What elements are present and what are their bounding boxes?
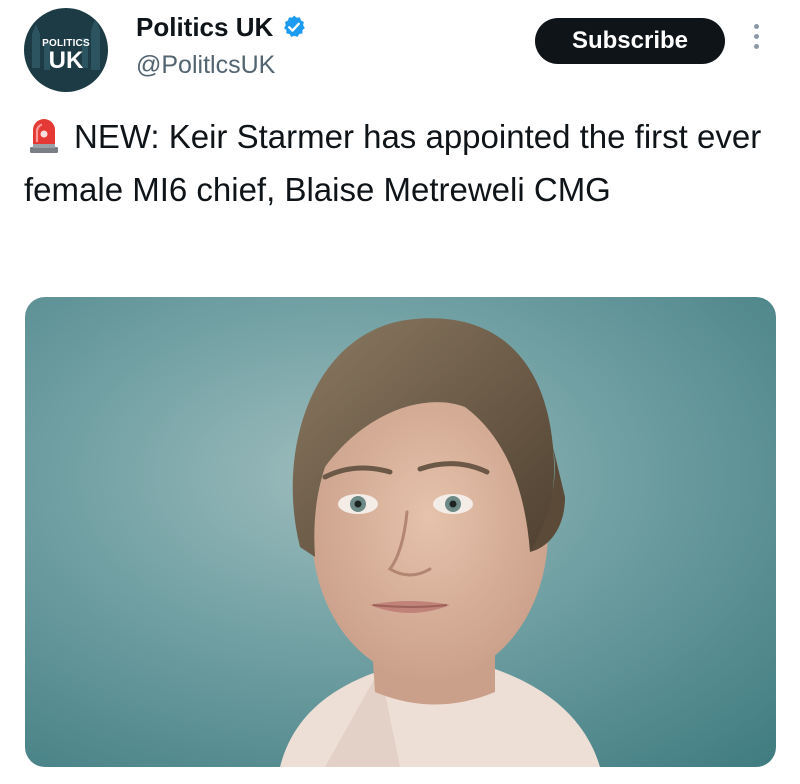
subscribe-button[interactable]: Subscribe bbox=[535, 18, 725, 64]
avatar-main-text: UK bbox=[48, 47, 84, 74]
more-vertical-icon[interactable] bbox=[748, 24, 764, 58]
tweet-text: NEW: Keir Starmer has appointed the firs… bbox=[24, 110, 784, 216]
verified-badge-icon[interactable] bbox=[281, 14, 307, 40]
user-handle[interactable]: @PolitlcsUK bbox=[136, 50, 275, 80]
siren-emoji-icon bbox=[30, 119, 58, 153]
avatar[interactable]: POLITICS UK bbox=[24, 8, 108, 92]
display-name[interactable]: Politics UK bbox=[136, 12, 273, 42]
name-row: Politics UK bbox=[136, 12, 307, 42]
portrait-photo bbox=[25, 297, 776, 767]
tweet-body: NEW: Keir Starmer has appointed the firs… bbox=[24, 118, 762, 208]
tweet-image[interactable] bbox=[25, 297, 776, 767]
